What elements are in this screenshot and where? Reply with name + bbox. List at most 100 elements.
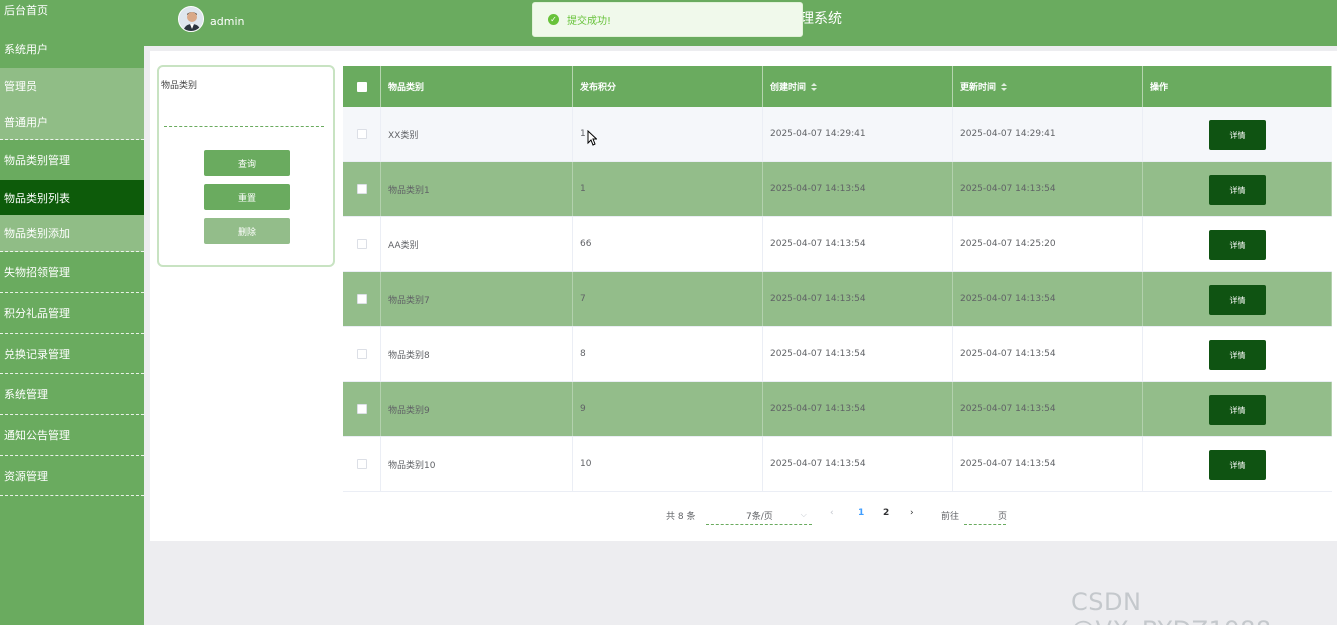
table-row: XX类别 1 2025-04-07 14:29:41 2025-04-07 14… (343, 107, 1332, 162)
table-row: 物品类别8 8 2025-04-07 14:13:54 2025-04-07 1… (343, 327, 1332, 382)
column-title: 操作 (1150, 83, 1169, 93)
search-label: 物品类别 (161, 81, 198, 91)
query-button[interactable]: 查询 (204, 150, 290, 176)
action-cell: 详情 (1143, 327, 1332, 381)
success-check-icon: ✓ (548, 14, 559, 25)
reset-button[interactable]: 重置 (204, 184, 290, 210)
updated-cell: 2025-04-07 14:13:54 (953, 327, 1143, 381)
detail-button[interactable]: 详情 (1209, 285, 1266, 315)
detail-button[interactable]: 详情 (1209, 230, 1266, 260)
row-checkbox[interactable] (356, 459, 367, 469)
goto-suffix: 页 (998, 511, 1008, 522)
sidebar-item-label: 物品类别列表 (4, 191, 70, 205)
sort-icon[interactable] (811, 82, 818, 92)
page-size-value: 7条/页 (746, 511, 773, 522)
sidebar-item-resource-management[interactable]: 资源管理 (0, 456, 144, 496)
detail-button[interactable]: 详情 (1209, 175, 1266, 205)
header-points: 发布积分 (573, 66, 763, 107)
updated-cell: 2025-04-07 14:13:54 (953, 272, 1143, 326)
delete-button[interactable]: 删除 (204, 218, 290, 244)
page-size-select[interactable]: 7条/页 ⌵ (706, 506, 812, 525)
prev-page-icon[interactable]: ‹ (830, 508, 834, 518)
points-cell: 10 (573, 437, 763, 491)
table-row: 物品类别7 7 2025-04-07 14:13:54 2025-04-07 1… (343, 272, 1332, 327)
detail-button[interactable]: 详情 (1209, 340, 1266, 370)
row-checkbox[interactable] (356, 239, 367, 249)
header-created[interactable]: 创建时间 (763, 66, 953, 107)
column-title: 发布积分 (580, 83, 617, 93)
updated-cell: 2025-04-07 14:25:20 (953, 217, 1143, 271)
row-checkbox[interactable] (356, 184, 367, 194)
user-avatar-icon (179, 7, 203, 31)
sidebar-item-system-users[interactable]: 系统用户 (0, 30, 144, 68)
toast-message: 提交成功! (567, 16, 612, 27)
table-row: 物品类别9 9 2025-04-07 14:13:54 2025-04-07 1… (343, 382, 1332, 437)
sidebar-item-lost-found[interactable]: 失物招领管理 (0, 252, 144, 293)
sidebar-item-label: 系统管理 (4, 388, 48, 401)
select-cell (343, 217, 381, 271)
row-checkbox[interactable] (356, 349, 367, 359)
sidebar-item-label: 兑换记录管理 (4, 347, 70, 361)
created-cell: 2025-04-07 14:13:54 (763, 272, 953, 326)
category-search-input[interactable] (164, 111, 324, 127)
action-cell: 详情 (1143, 107, 1332, 161)
column-title: 更新时间 (960, 83, 997, 93)
select-all-checkbox[interactable] (356, 81, 367, 92)
category-cell: AA类别 (381, 217, 573, 271)
category-cell: 物品类别9 (381, 382, 573, 436)
sidebar-item-label: 普通用户 (4, 115, 48, 129)
category-cell: XX类别 (381, 107, 573, 161)
created-cell: 2025-04-07 14:13:54 (763, 217, 953, 271)
sidebar-item-notice-management[interactable]: 通知公告管理 (0, 415, 144, 456)
action-cell: 详情 (1143, 217, 1332, 271)
sidebar-item-label: 管理员 (4, 80, 37, 93)
category-cell: 物品类别10 (381, 437, 573, 491)
sort-icon[interactable] (1001, 82, 1008, 92)
sidebar-item-category-add[interactable]: 物品类别添加 (0, 215, 144, 252)
points-cell: 1 (573, 162, 763, 216)
sidebar-item-dashboard[interactable]: 后台首页 (0, 0, 144, 20)
search-panel: 物品类别 查询 重置 删除 (157, 65, 335, 267)
sidebar-item-label: 系统用户 (4, 43, 48, 56)
updated-cell: 2025-04-07 14:13:54 (953, 437, 1143, 491)
row-checkbox[interactable] (356, 129, 367, 139)
sidebar-item-label: 物品类别添加 (4, 227, 70, 240)
table-row: 物品类别10 10 2025-04-07 14:13:54 2025-04-07… (343, 437, 1332, 492)
page-number-2[interactable]: 2 (883, 508, 889, 518)
pagination-total: 共 8 条 (666, 511, 696, 522)
table-row: AA类别 66 2025-04-07 14:13:54 2025-04-07 1… (343, 217, 1332, 272)
sidebar-item-label: 失物招领管理 (4, 266, 70, 279)
select-cell (343, 327, 381, 381)
header-category: 物品类别 (381, 66, 573, 107)
admin-username[interactable]: admin (210, 15, 244, 28)
system-title: 理系统 (800, 11, 842, 27)
page-number-1[interactable]: 1 (858, 508, 864, 518)
mouse-cursor-icon (587, 130, 597, 146)
sidebar-item-exchange-records[interactable]: 兑换记录管理 (0, 334, 144, 374)
sidebar-item-category-management[interactable]: 物品类别管理 (0, 140, 144, 180)
avatar[interactable] (178, 6, 204, 32)
category-cell: 物品类别8 (381, 327, 573, 381)
column-title: 创建时间 (770, 83, 807, 93)
action-cell: 详情 (1143, 272, 1332, 326)
header-select-cell (343, 66, 381, 107)
row-checkbox[interactable] (356, 294, 367, 304)
sidebar-item-admins[interactable]: 管理员 (0, 68, 144, 104)
action-cell: 详情 (1143, 162, 1332, 216)
detail-button[interactable]: 详情 (1209, 120, 1266, 150)
sidebar-item-category-list[interactable]: 物品类别列表 (0, 180, 144, 215)
updated-cell: 2025-04-07 14:13:54 (953, 162, 1143, 216)
sidebar-item-system-management[interactable]: 系统管理 (0, 374, 144, 415)
detail-button[interactable]: 详情 (1209, 450, 1266, 480)
created-cell: 2025-04-07 14:13:54 (763, 437, 953, 491)
column-title: 物品类别 (388, 83, 425, 93)
select-cell (343, 162, 381, 216)
select-cell (343, 272, 381, 326)
category-cell: 物品类别1 (381, 162, 573, 216)
detail-button[interactable]: 详情 (1209, 395, 1266, 425)
header-updated[interactable]: 更新时间 (953, 66, 1143, 107)
next-page-icon[interactable]: › (910, 508, 914, 518)
sidebar-item-gift-management[interactable]: 积分礼品管理 (0, 293, 144, 334)
sidebar-item-normal-users[interactable]: 普通用户 (0, 104, 144, 140)
row-checkbox[interactable] (356, 404, 367, 414)
